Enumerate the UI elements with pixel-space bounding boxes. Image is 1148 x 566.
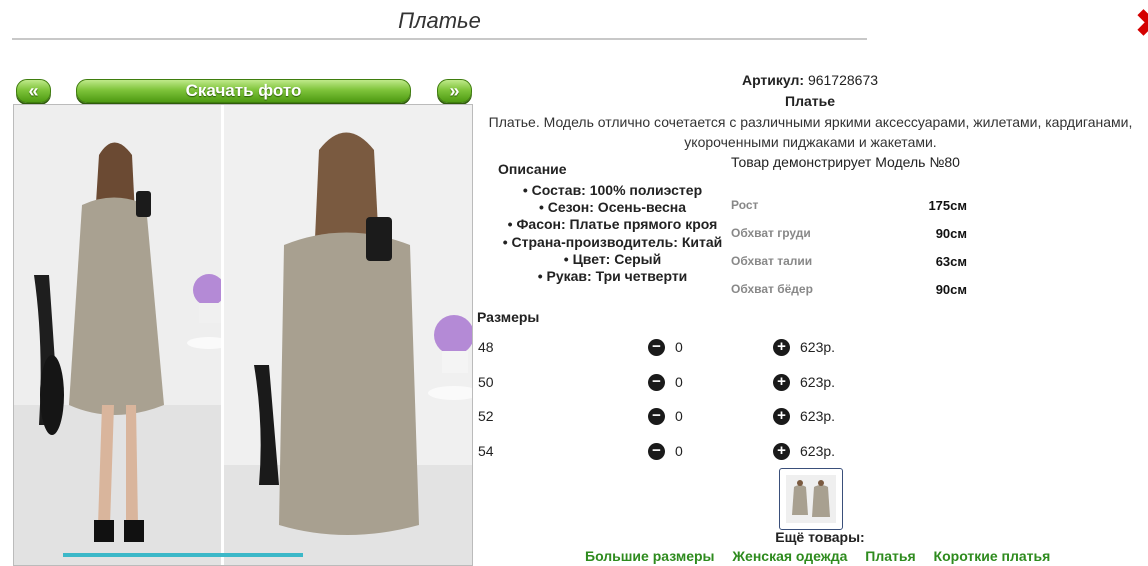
measurement-label: Обхват груди bbox=[731, 226, 811, 240]
quantity-value: 0 bbox=[675, 374, 683, 390]
product-photo-gallery bbox=[13, 104, 473, 566]
product-thumbnail[interactable] bbox=[779, 468, 843, 530]
size-row: 48 − 0 + 623р. bbox=[478, 337, 898, 359]
photo-illustration-right bbox=[224, 105, 472, 565]
measurement-label: Обхват бёдер bbox=[731, 282, 813, 296]
price: 623р. bbox=[800, 443, 836, 459]
minus-icon[interactable]: − bbox=[648, 443, 665, 460]
size-label: 54 bbox=[478, 443, 494, 459]
plus-icon[interactable]: + bbox=[773, 408, 790, 425]
thumbnail-image bbox=[786, 475, 836, 523]
quantity-value: 0 bbox=[675, 443, 683, 459]
plus-icon[interactable]: + bbox=[773, 339, 790, 356]
article-value: 961728673 bbox=[807, 72, 879, 88]
description-line-2: укороченными пиджаками и жакетами. bbox=[684, 134, 937, 150]
plus-icon[interactable]: + bbox=[773, 374, 790, 391]
spec-list: Состав: 100% полиэстер Сезон: Осень-весн… bbox=[490, 182, 735, 285]
price: 623р. bbox=[800, 408, 836, 424]
spec-item: Сезон: Осень-весна bbox=[490, 199, 735, 216]
article-line: Артикул: 961728673 bbox=[660, 72, 960, 88]
spec-item: Фасон: Платье прямого кроя bbox=[490, 216, 735, 233]
thumbnail-illustration bbox=[786, 475, 836, 523]
product-photo-left bbox=[14, 105, 221, 565]
measurement-row: Обхват бёдер 90см bbox=[731, 282, 967, 302]
plus-icon[interactable]: + bbox=[773, 443, 790, 460]
quantity-value: 0 bbox=[675, 408, 683, 424]
size-label: 52 bbox=[478, 408, 494, 424]
size-label: 48 bbox=[478, 339, 494, 355]
measurement-row: Обхват талии 63см bbox=[731, 254, 967, 274]
category-link[interactable]: Большие размеры bbox=[585, 548, 715, 564]
spec-item: Состав: 100% полиэстер bbox=[490, 182, 735, 199]
model-title: Товар демонстрирует Модель №80 bbox=[731, 154, 960, 170]
download-photo-button[interactable]: Скачать фото bbox=[76, 79, 411, 103]
price: 623р. bbox=[800, 374, 836, 390]
more-products-heading: Ещё товары: bbox=[775, 529, 865, 545]
measurement-value: 90см bbox=[935, 226, 967, 241]
measurement-value: 63см bbox=[935, 254, 967, 269]
size-row: 52 − 0 + 623р. bbox=[478, 406, 898, 428]
gallery-scrollbar[interactable] bbox=[63, 553, 303, 557]
measurement-label: Обхват талии bbox=[731, 254, 813, 268]
measurement-value: 175см bbox=[928, 198, 967, 213]
page-title: Платье bbox=[12, 6, 867, 40]
prev-photo-button[interactable]: « bbox=[16, 79, 51, 103]
more-products-links: Большие размеры Женская одежда Платья Ко… bbox=[585, 548, 1064, 564]
size-row: 54 − 0 + 623р. bbox=[478, 441, 898, 463]
size-row: 50 − 0 + 623р. bbox=[478, 372, 898, 394]
sizes-heading: Размеры bbox=[477, 309, 540, 325]
minus-icon[interactable]: − bbox=[648, 374, 665, 391]
category-link[interactable]: Женская одежда bbox=[732, 548, 847, 564]
next-photo-button[interactable]: » bbox=[437, 79, 472, 103]
minus-icon[interactable]: − bbox=[648, 408, 665, 425]
minus-icon[interactable]: − bbox=[648, 339, 665, 356]
description-line-1: Платье. Модель отлично сочетается с разл… bbox=[488, 114, 1133, 130]
category-link[interactable]: Платья bbox=[865, 548, 915, 564]
article-label: Артикул: bbox=[741, 72, 805, 88]
close-icon[interactable]: ✖ bbox=[1134, 6, 1148, 42]
spec-item: Страна-производитель: Китай bbox=[490, 234, 735, 251]
product-photo-right bbox=[224, 105, 472, 565]
product-name: Платье bbox=[785, 93, 835, 109]
measurement-row: Обхват груди 90см bbox=[731, 226, 967, 246]
quantity-value: 0 bbox=[675, 339, 683, 355]
description-heading: Описание bbox=[498, 161, 567, 177]
size-label: 50 bbox=[478, 374, 494, 390]
spec-item: Цвет: Серый bbox=[490, 251, 735, 268]
category-link[interactable]: Короткие платья bbox=[934, 548, 1051, 564]
measurement-label: Рост bbox=[731, 198, 759, 212]
photo-illustration-left bbox=[14, 105, 221, 565]
product-description: Платье. Модель отлично сочетается с разл… bbox=[478, 112, 1143, 152]
measurement-row: Рост 175см bbox=[731, 198, 967, 218]
spec-item: Рукав: Три четверти bbox=[490, 268, 735, 285]
price: 623р. bbox=[800, 339, 836, 355]
measurement-value: 90см bbox=[935, 282, 967, 297]
